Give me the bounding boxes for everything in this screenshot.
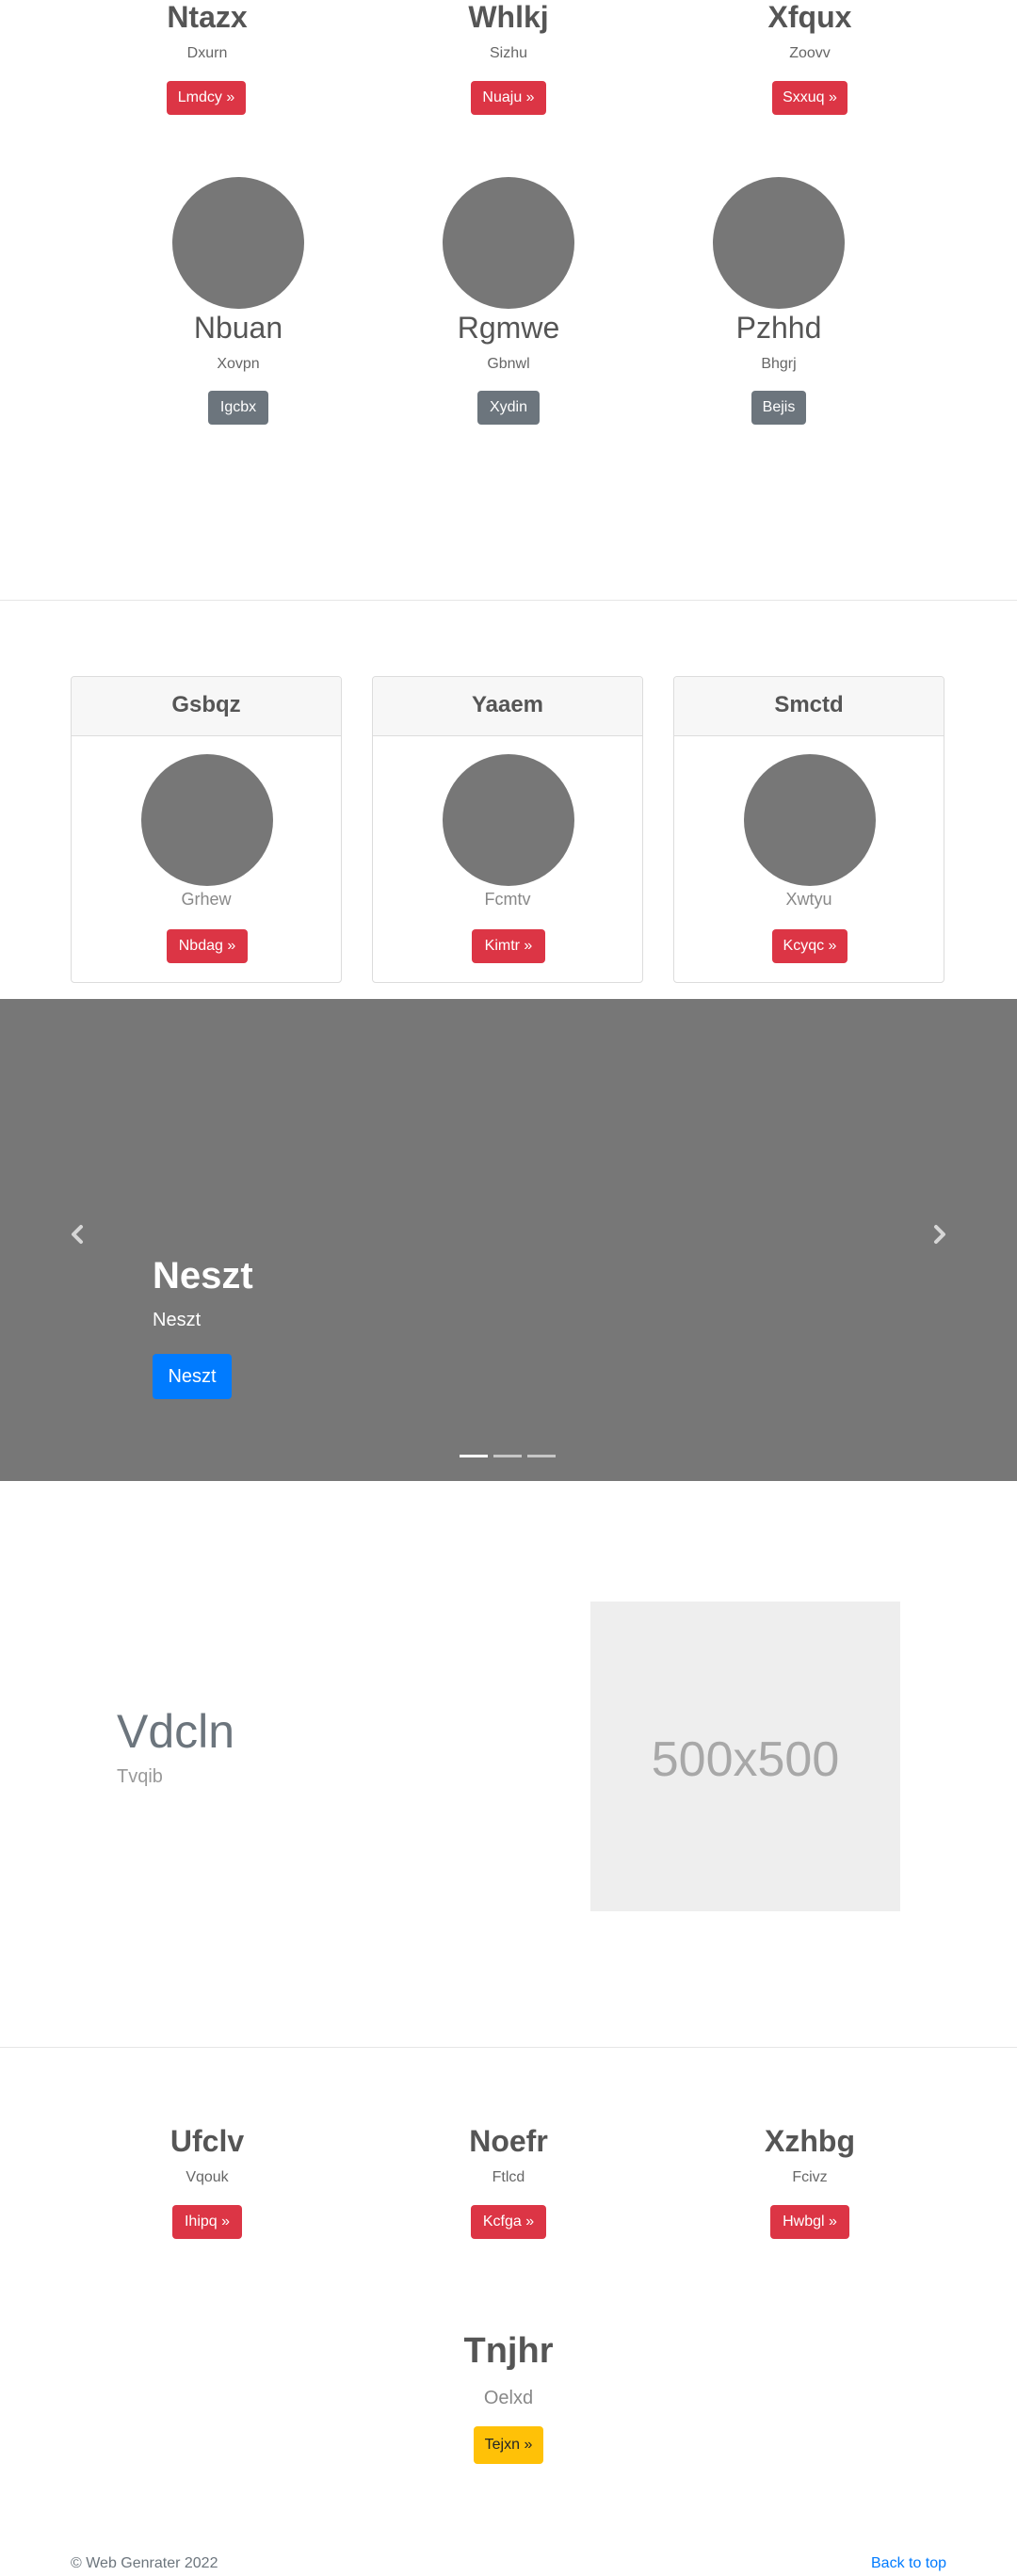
carousel-caption-text: Neszt	[153, 1310, 202, 1330]
feature-button[interactable]: Lmdcy »	[167, 81, 246, 115]
avatar-placeholder	[443, 177, 574, 309]
card-header: Smctd	[674, 677, 944, 736]
card: Smctd Xwtyu Kcyqc »	[673, 676, 944, 983]
feature-title: Ufclv	[170, 2124, 245, 2158]
member-role: Gbnwl	[487, 356, 530, 372]
card-subtitle: Xwtyu	[785, 890, 832, 909]
feature-button[interactable]: Nuaju »	[471, 81, 546, 115]
section-divider	[0, 600, 1017, 601]
carousel-next[interactable]	[921, 1206, 959, 1263]
featurette-heading: Vdcln	[117, 1705, 235, 1758]
feature-title: Xfqux	[767, 0, 852, 34]
card: Yaaem Fcmtv Kimtr »	[372, 676, 643, 983]
feature-title: Ntazx	[167, 0, 248, 34]
card-image-placeholder	[443, 754, 574, 886]
back-to-top-link[interactable]: Back to top	[871, 2555, 946, 2572]
carousel-prev[interactable]	[58, 1206, 96, 1263]
feature-button[interactable]: Ihipq »	[172, 2205, 242, 2239]
member-role: Bhgrj	[761, 356, 797, 372]
chevron-right-icon	[934, 1225, 945, 1244]
carousel-indicator[interactable]	[493, 1455, 522, 1457]
member-role: Xovpn	[217, 356, 260, 372]
feature-title: Xzhbg	[765, 2124, 855, 2158]
member-name: Rgmwe	[457, 311, 560, 345]
image-placeholder-label: 500x500	[651, 1732, 840, 1787]
member-button[interactable]: Bejis	[751, 391, 806, 425]
featurette-subheading: Tvqib	[117, 1766, 163, 1787]
feature-subtitle: Sizhu	[489, 45, 528, 61]
feature-subtitle: Vqouk	[186, 2169, 229, 2185]
card-header: Gsbqz	[72, 677, 341, 736]
member-button[interactable]: Igcbx	[208, 391, 268, 425]
carousel-indicator[interactable]	[527, 1455, 556, 1457]
avatar-placeholder	[172, 177, 304, 309]
image-placeholder: 500x500	[590, 1602, 900, 1911]
feature-title: Noefr	[469, 2124, 548, 2158]
card-button[interactable]: Kimtr »	[472, 929, 545, 963]
member-name: Nbuan	[193, 311, 283, 345]
chevron-left-icon	[72, 1225, 83, 1244]
avatar-placeholder	[713, 177, 845, 309]
feature-button[interactable]: Sxxuq »	[772, 81, 848, 115]
card-subtitle: Grhew	[181, 890, 232, 909]
feature-button[interactable]: Hwbgl »	[770, 2205, 849, 2239]
feature-subtitle: Dxurn	[186, 45, 228, 61]
single-button[interactable]: Tejxn »	[474, 2426, 543, 2464]
carousel: Neszt Neszt Neszt	[0, 999, 1017, 1481]
member-button[interactable]: Xydin	[477, 391, 540, 425]
single-subtitle: Oelxd	[483, 2388, 534, 2408]
member-name: Pzhhd	[735, 311, 822, 345]
carousel-cta-button[interactable]: Neszt	[153, 1354, 232, 1399]
card-button[interactable]: Kcyqc »	[772, 929, 848, 963]
single-title: Tnjhr	[463, 2331, 554, 2371]
carousel-caption-title: Neszt	[153, 1255, 253, 1296]
card: Gsbqz Grhew Nbdag »	[71, 676, 342, 983]
section-divider	[0, 2047, 1017, 2048]
feature-title: Whlkj	[468, 0, 549, 34]
card-header: Yaaem	[373, 677, 642, 736]
card-image-placeholder	[744, 754, 876, 886]
card-subtitle: Fcmtv	[484, 890, 531, 909]
feature-button[interactable]: Kcfga »	[471, 2205, 546, 2239]
feature-subtitle: Ftlcd	[492, 2169, 525, 2185]
feature-subtitle: Fcivz	[792, 2169, 828, 2185]
feature-subtitle: Zoovv	[789, 45, 831, 61]
card-button[interactable]: Nbdag »	[167, 929, 248, 963]
card-image-placeholder	[141, 754, 273, 886]
carousel-indicator-active[interactable]	[460, 1455, 488, 1457]
footer-copyright: © Web Genrater 2022	[71, 2555, 218, 2571]
